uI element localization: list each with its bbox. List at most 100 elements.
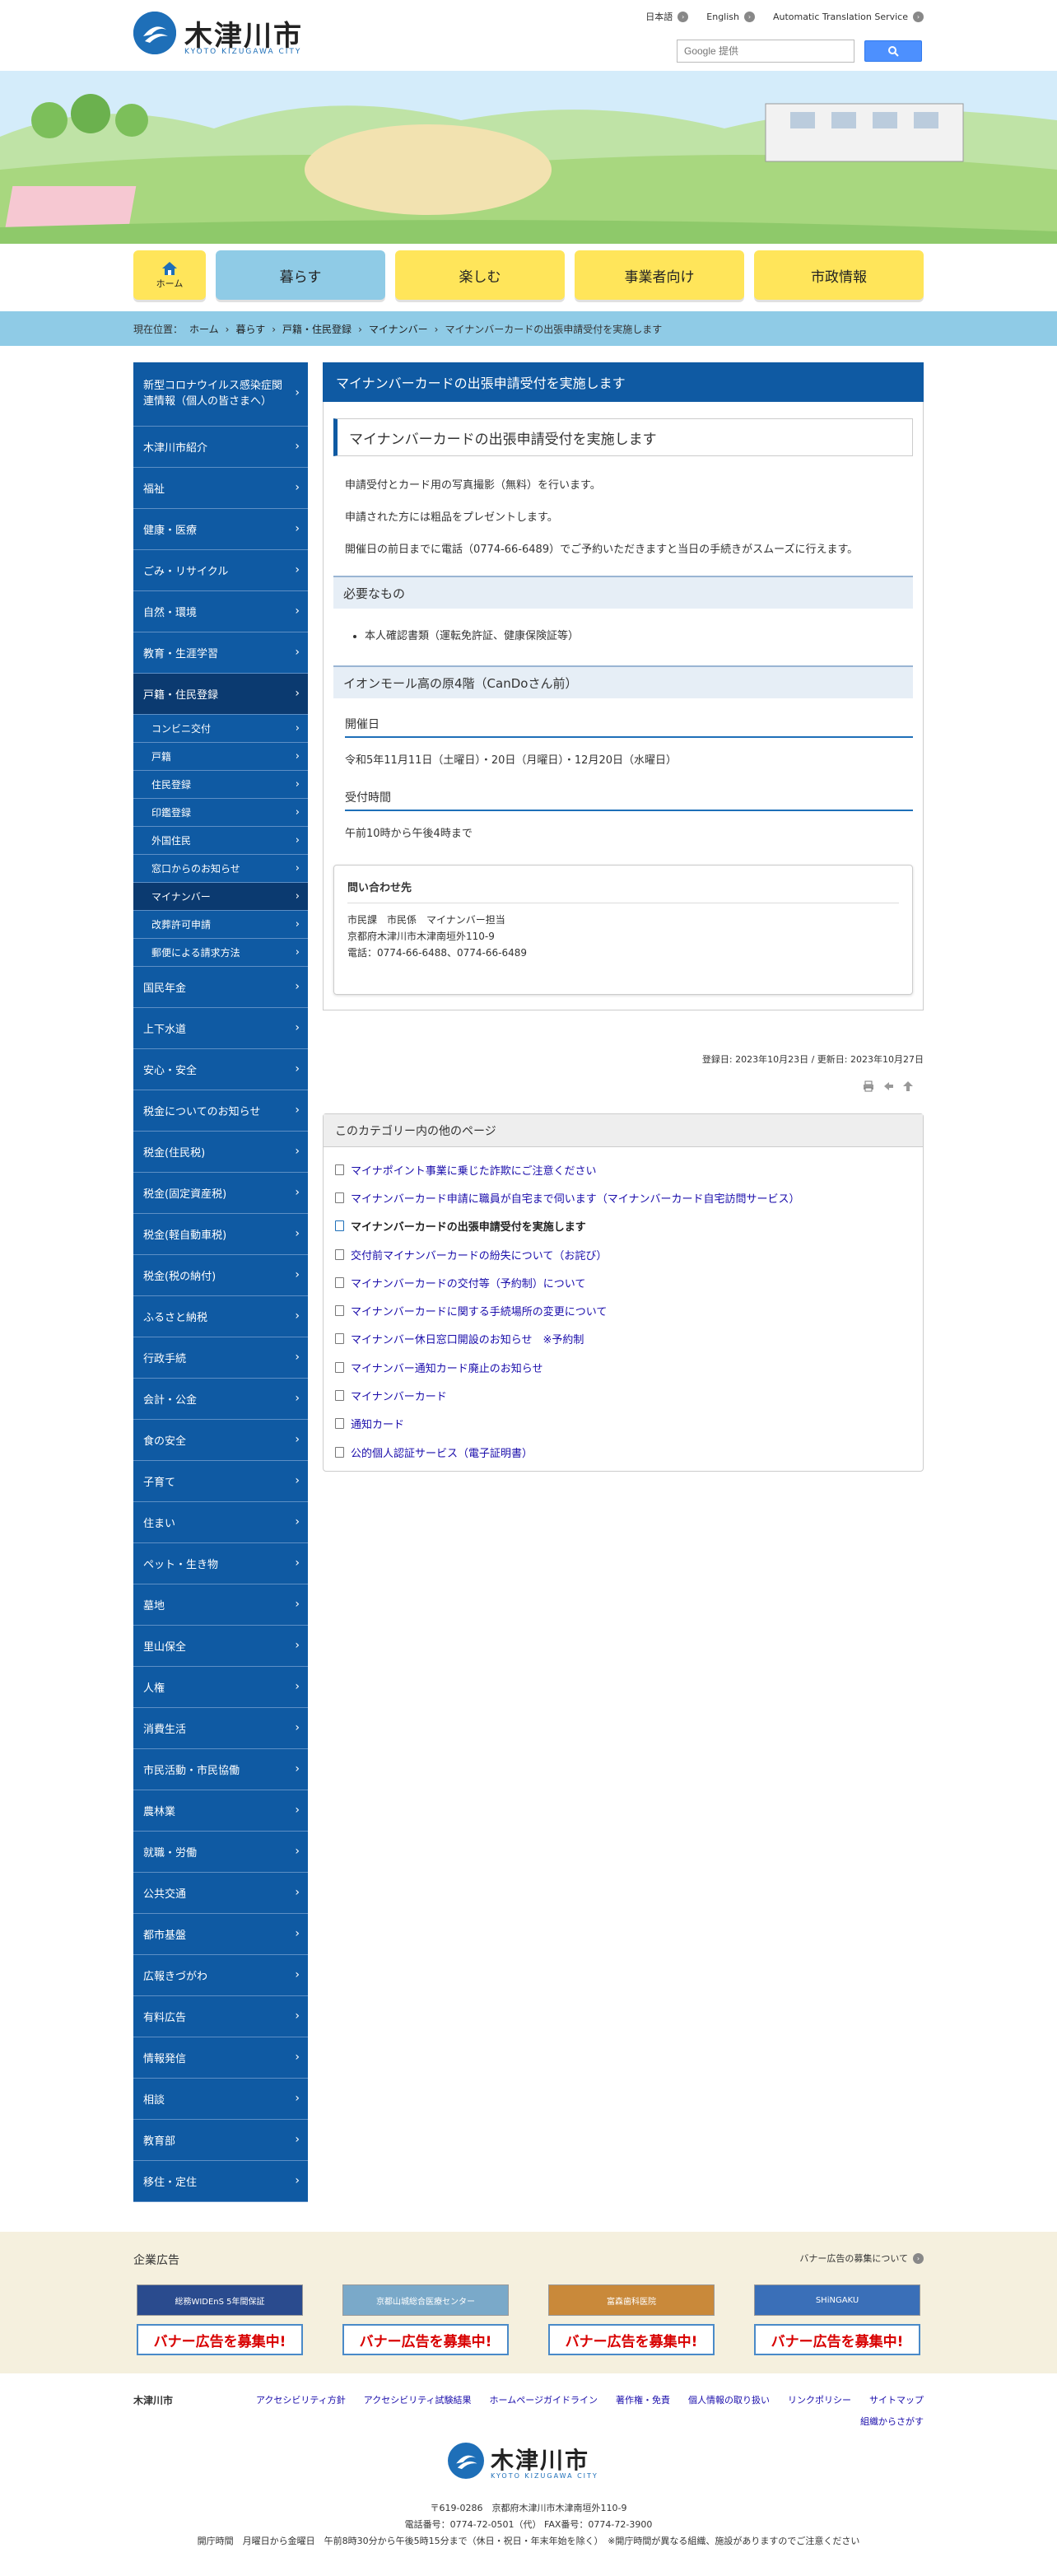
sidebar-subitem[interactable]: 印鑑登録 xyxy=(133,799,308,827)
sidebar-item[interactable]: 木津川市紹介 xyxy=(133,427,308,468)
sidebar-item[interactable]: 税金(税の納付) xyxy=(133,1255,308,1296)
sidebar-item[interactable]: 消費生活 xyxy=(133,1708,308,1749)
sidebar-subitem[interactable]: 改葬許可申請 xyxy=(133,911,308,939)
gnav-business[interactable]: 事業者向け xyxy=(575,250,744,300)
sidebar-item[interactable]: 税金(軽自動車税) xyxy=(133,1214,308,1255)
sidebar-item[interactable]: 行政手続 xyxy=(133,1337,308,1379)
back-icon[interactable] xyxy=(882,1080,894,1092)
ad-about-link[interactable]: バナー広告の募集について › xyxy=(799,2252,924,2265)
ad-banner[interactable]: 京都山城総合医療センター バナー広告を募集中! xyxy=(342,2284,509,2359)
sidebar-item[interactable]: 就職・労働 xyxy=(133,1832,308,1873)
sidebar-item[interactable]: 広報きづがわ xyxy=(133,1955,308,1996)
sidebar-item[interactable]: ペット・生き物 xyxy=(133,1543,308,1584)
arrow-circle-icon: › xyxy=(678,11,689,22)
sidebar-item[interactable]: 税金についてのお知らせ xyxy=(133,1090,308,1132)
sidebar-item[interactable]: ふるさと納税 xyxy=(133,1296,308,1337)
sidebar-item[interactable]: 住まい xyxy=(133,1502,308,1543)
sidebar-subitem[interactable]: 窓口からのお知らせ xyxy=(133,855,308,883)
category-link[interactable]: 通知カード xyxy=(351,1416,404,1431)
gnav-kurasu[interactable]: 暮らす xyxy=(216,250,385,300)
sidebar-item[interactable]: 教育部 xyxy=(133,2120,308,2161)
sidebar-item[interactable]: 自然・環境 xyxy=(133,591,308,632)
page-top-icon[interactable] xyxy=(902,1080,914,1092)
sidebar-item-label: 情報発信 xyxy=(143,2053,187,2065)
sidebar-item[interactable]: 子育て xyxy=(133,1461,308,1502)
sidebar-subitem-mynumber[interactable]: マイナンバー xyxy=(133,883,308,911)
sidebar-item-label: 税金(軽自動車税) xyxy=(143,1230,227,1242)
gnav-home[interactable]: ホーム xyxy=(133,250,206,300)
ad-banner-image: 富森歯科医院 xyxy=(548,2284,715,2316)
sidebar-item[interactable]: 公共交通 xyxy=(133,1873,308,1914)
lang-japanese[interactable]: 日本語 › xyxy=(645,10,689,23)
sidebar-item[interactable]: 農林業 xyxy=(133,1790,308,1832)
sidebar-item-covid[interactable]: 新型コロナウイルス感染症関連情報（個人の皆さまへ） xyxy=(133,362,308,427)
category-link[interactable]: マイナンバーカード申請に職員が自宅まで伺います（マイナンバーカード自宅訪問サービ… xyxy=(351,1190,799,1206)
sidebar-subitem[interactable]: 戸籍 xyxy=(133,743,308,771)
sidebar-item[interactable]: 国民年金 xyxy=(133,967,308,1008)
footer-link[interactable]: 個人情報の取り扱い xyxy=(688,2393,770,2406)
breadcrumb-link[interactable]: ホーム xyxy=(189,322,219,336)
sidebar-item[interactable]: 里山保全 xyxy=(133,1626,308,1667)
category-link[interactable]: 交付前マイナンバーカードの紛失について（お詫び） xyxy=(351,1247,607,1262)
sidebar-item-label: 都市基盤 xyxy=(143,1930,187,1942)
sidebar-subitem[interactable]: 住民登録 xyxy=(133,771,308,799)
sidebar-item-label: 教育部 xyxy=(143,2135,176,2148)
sidebar-item-koseki[interactable]: 戸籍・住民登録 xyxy=(133,674,308,715)
sidebar-item[interactable]: 教育・生涯学習 xyxy=(133,632,308,674)
lang-translation[interactable]: Automatic Translation Service › xyxy=(773,10,924,23)
sidebar-item[interactable]: 福祉 xyxy=(133,468,308,509)
category-link[interactable]: マイナンバーカードに関する手続場所の変更について xyxy=(351,1303,607,1318)
sidebar-item[interactable]: 人権 xyxy=(133,1667,308,1708)
sidebar-item[interactable]: 移住・定住 xyxy=(133,2161,308,2202)
print-icon[interactable] xyxy=(863,1080,874,1092)
sidebar-item[interactable]: 安心・安全 xyxy=(133,1049,308,1090)
category-link[interactable]: マイナンバー休日窓口開設のお知らせ ※予約制 xyxy=(351,1331,584,1346)
intro-text: 申請された方には粗品をプレゼントします。 xyxy=(345,511,558,524)
breadcrumb-link[interactable]: マイナンバー xyxy=(369,322,428,336)
gnav-city-info[interactable]: 市政情報 xyxy=(754,250,924,300)
gnav-tanoshimu[interactable]: 楽しむ xyxy=(395,250,565,300)
sidebar-subitem[interactable]: 郵便による請求方法 xyxy=(133,939,308,967)
sidebar-subitem-label: 改葬許可申請 xyxy=(151,919,212,931)
footer-link[interactable]: アクセシビリティ方針 xyxy=(256,2393,346,2406)
sidebar-item[interactable]: ごみ・リサイクル xyxy=(133,550,308,591)
sidebar-item[interactable]: 有料広告 xyxy=(133,1996,308,2037)
footer-link[interactable]: 組織からさがす xyxy=(860,2415,924,2428)
sidebar-item[interactable]: 墓地 xyxy=(133,1584,308,1626)
category-link[interactable]: マイナポイント事業に乗じた詐欺にご注意ください xyxy=(351,1162,596,1178)
sidebar-item[interactable]: 食の安全 xyxy=(133,1420,308,1461)
category-link[interactable]: 公的個人認証サービス（電子証明書） xyxy=(351,1444,533,1460)
search-button[interactable] xyxy=(864,40,922,62)
ad-banner[interactable]: 総務WIDEnS 5年間保証 バナー広告を募集中! xyxy=(137,2284,303,2359)
sidebar-item[interactable]: 情報発信 xyxy=(133,2037,308,2079)
footer-link[interactable]: アクセシビリティ試験結果 xyxy=(364,2393,472,2406)
footer-link[interactable]: 著作権・免責 xyxy=(616,2393,670,2406)
sidebar-subitem[interactable]: コンビニ交付 xyxy=(133,715,308,743)
intro-text: 申請受付とカード用の写真撮影（無料）を行います。 xyxy=(345,479,601,492)
sidebar-item-label: 農林業 xyxy=(143,1806,176,1818)
footer-link[interactable]: ホームページガイドライン xyxy=(490,2393,598,2406)
sidebar-item[interactable]: 上下水道 xyxy=(133,1008,308,1049)
sidebar-subitem[interactable]: 外国住民 xyxy=(133,827,308,855)
sidebar-item[interactable]: 税金(固定資産税) xyxy=(133,1173,308,1214)
breadcrumb-link[interactable]: 戸籍・住民登録 xyxy=(282,322,352,336)
category-link[interactable]: マイナンバーカード xyxy=(351,1388,447,1403)
ad-banner[interactable]: 富森歯科医院 バナー広告を募集中! xyxy=(548,2284,715,2359)
sidebar-item[interactable]: 税金(住民税) xyxy=(133,1132,308,1173)
list-item-current: マイナンバーカードの出張申請受付を実施します xyxy=(335,1212,923,1240)
sidebar-item[interactable]: 会計・公金 xyxy=(133,1379,308,1420)
footer-link[interactable]: リンクポリシー xyxy=(788,2393,851,2406)
sidebar-item-label: 国民年金 xyxy=(143,982,187,995)
lang-english[interactable]: English › xyxy=(706,10,755,23)
ad-banner[interactable]: SHiNGAKU バナー広告を募集中! xyxy=(754,2284,920,2359)
category-link[interactable]: マイナンバーカードの交付等（予約制）について xyxy=(351,1275,585,1290)
footer-link[interactable]: サイトマップ xyxy=(869,2393,924,2406)
sidebar-item[interactable]: 都市基盤 xyxy=(133,1914,308,1955)
sidebar-item[interactable]: 健康・医療 xyxy=(133,509,308,550)
category-link[interactable]: マイナンバー通知カード廃止のお知らせ xyxy=(351,1360,542,1375)
sidebar-item[interactable]: 相談 xyxy=(133,2079,308,2120)
breadcrumb-link[interactable]: 暮らす xyxy=(235,322,265,336)
sidebar-item[interactable]: 市民活動・市民協働 xyxy=(133,1749,308,1790)
site-logo[interactable]: 木津川市 KYOTO KIZUGAWA CITY xyxy=(133,12,331,61)
search-input[interactable] xyxy=(677,40,854,63)
